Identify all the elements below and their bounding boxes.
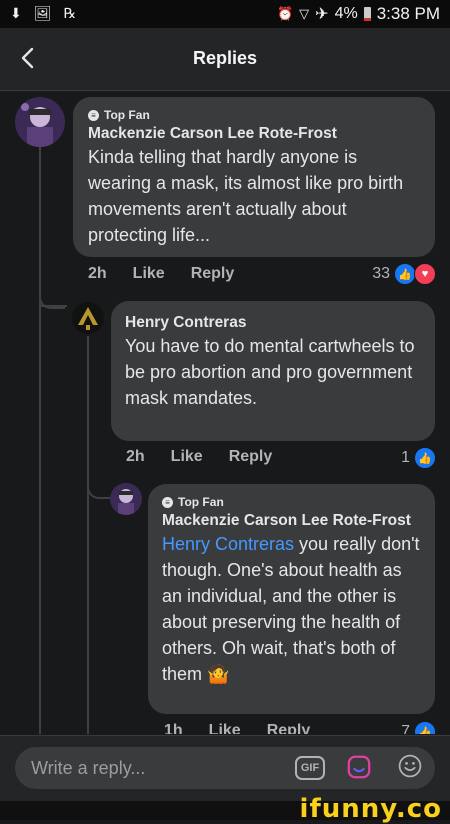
comment-author[interactable]: Henry Contreras xyxy=(125,313,425,333)
comment-text: Henry Contreras you really don't though.… xyxy=(162,534,420,684)
reaction-summary[interactable]: 33 👍 ♥ xyxy=(372,263,436,285)
sticker-icon[interactable] xyxy=(345,754,373,780)
like-reaction-icon: 👍 xyxy=(414,721,436,734)
clock: 3:38 PM xyxy=(376,4,440,23)
shrug-emoji: 🤷 xyxy=(207,664,230,684)
comment-actions: 2h Like Reply xyxy=(126,448,272,466)
top-fan-badge: ≡ Top Fan xyxy=(88,108,423,122)
mention-link[interactable]: Henry Contreras xyxy=(162,534,294,554)
top-fan-icon: ≡ xyxy=(88,109,99,121)
reaction-summary[interactable]: 1 👍 xyxy=(401,447,436,469)
comment-author[interactable]: Mackenzie Carson Lee Rote-Frost xyxy=(88,124,423,144)
love-reaction-icon: ♥ xyxy=(414,263,436,285)
comment-actions: 2h Like Reply xyxy=(88,265,234,283)
like-button[interactable]: Like xyxy=(209,722,241,734)
top-fan-badge: ≡ Top Fan xyxy=(162,495,424,509)
thread-connector xyxy=(39,287,65,309)
reply-button[interactable]: Reply xyxy=(267,722,311,734)
like-reaction-icon: 👍 xyxy=(414,447,436,469)
battery-icon xyxy=(363,7,371,21)
comment-author[interactable]: Mackenzie Carson Lee Rote-Frost xyxy=(162,511,424,531)
avatar[interactable] xyxy=(110,483,142,515)
status-bar: ⬇ 🖼 ℞ ⏰ ▽ ✈ 4% 3:38 PM xyxy=(0,0,450,28)
avatar[interactable] xyxy=(72,302,104,334)
battery-percent: 4% xyxy=(334,5,358,22)
comment-text: You have to do mental cartwheels to be p… xyxy=(125,336,415,408)
reply-button[interactable]: Reply xyxy=(229,448,273,466)
gif-button[interactable]: GIF xyxy=(295,756,325,780)
download-icon: ⬇ xyxy=(10,5,22,21)
reaction-summary[interactable]: 7 👍 xyxy=(401,721,436,734)
wifi-icon: ▽ xyxy=(299,6,310,21)
comment-time: 1h xyxy=(164,722,183,734)
comment-time: 2h xyxy=(126,448,145,465)
comment-actions: 1h Like Reply xyxy=(164,722,310,734)
comment-bubble[interactable]: Henry Contreras You have to do mental ca… xyxy=(111,301,435,441)
footer: ifunny.co xyxy=(0,794,450,824)
like-reaction-icon: 👍 xyxy=(394,263,416,285)
comment-time: 2h xyxy=(88,265,107,282)
image-notification-icon: 🖼 xyxy=(33,5,52,21)
reply-composer: Write a reply... GIF xyxy=(0,735,450,802)
like-button[interactable]: Like xyxy=(133,265,165,283)
replies-thread[interactable]: ≡ Top Fan Mackenzie Carson Lee Rote-Fros… xyxy=(0,91,450,734)
rx-notification-icon: ℞ xyxy=(63,5,77,21)
top-fan-icon: ≡ xyxy=(162,496,173,508)
page-title: Replies xyxy=(192,48,258,68)
reply-button[interactable]: Reply xyxy=(191,265,235,283)
comment-text: Kinda telling that hardly anyone is wear… xyxy=(88,147,404,245)
emoji-icon[interactable] xyxy=(395,753,425,779)
like-button[interactable]: Like xyxy=(171,448,203,466)
comment-bubble[interactable]: ≡ Top Fan Mackenzie Carson Lee Rote-Fros… xyxy=(73,97,435,257)
thread-connector xyxy=(87,477,113,499)
comment-bubble[interactable]: ≡ Top Fan Mackenzie Carson Lee Rote-Fros… xyxy=(148,484,435,714)
airplane-icon: ✈ xyxy=(315,6,329,23)
avatar[interactable] xyxy=(15,97,65,147)
thread-line xyxy=(39,147,41,734)
header: Replies xyxy=(0,28,450,91)
alarm-icon: ⏰ xyxy=(276,6,294,21)
thread-line xyxy=(87,336,89,734)
